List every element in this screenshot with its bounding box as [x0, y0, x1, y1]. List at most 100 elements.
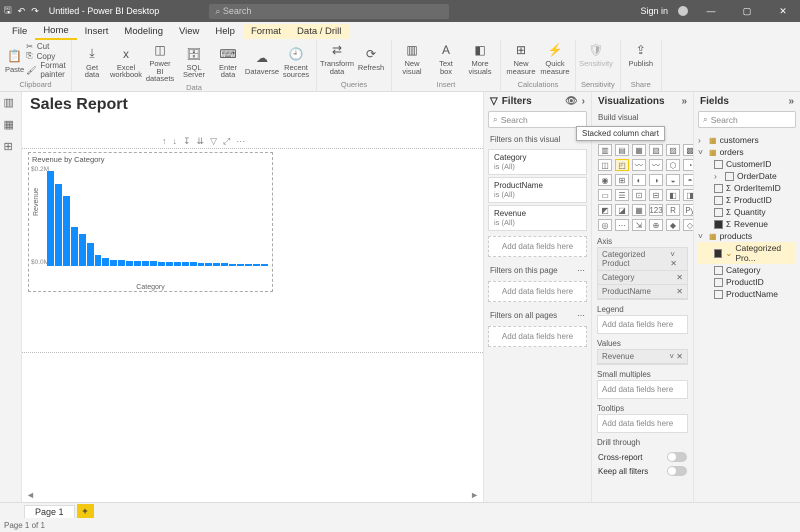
viz-type-icon[interactable]: ⊡ — [632, 189, 646, 201]
menu-help[interactable]: Help — [207, 24, 243, 39]
small-mult-well[interactable]: Add data fields here — [597, 380, 688, 399]
viz-type-icon[interactable]: ◇ — [683, 219, 693, 231]
ribbon-btn[interactable]: ⊞New measure — [506, 42, 536, 75]
viz-type-icon[interactable]: ▧ — [649, 144, 663, 156]
add-page-button[interactable]: + — [77, 504, 94, 518]
field-row[interactable]: ProductName — [698, 288, 796, 300]
bar[interactable] — [198, 263, 205, 266]
page-tab[interactable]: Page 1 — [24, 505, 75, 518]
filter-card[interactable]: Categoryis (All) — [488, 149, 587, 175]
field-row[interactable]: ΣProductID — [698, 194, 796, 206]
viz-type-icon[interactable]: ◩ — [598, 204, 612, 216]
ribbon-btn[interactable]: AText box — [431, 42, 461, 75]
field-row[interactable]: CustomerID — [698, 158, 796, 170]
report-canvas[interactable]: Sales Report ↑ ↓ ↧ ⇊ ▽ ⤢ ⋯ Revenue by Ca… — [22, 92, 483, 502]
filter-card[interactable]: ProductNameis (All) — [488, 177, 587, 203]
viz-type-icon[interactable]: R — [666, 204, 680, 216]
save-icon[interactable]: 🖫 — [4, 3, 12, 19]
tooltips-well[interactable]: Add data fields here — [597, 414, 688, 433]
viz-type-icon[interactable]: ▥ — [598, 144, 612, 156]
menu-file[interactable]: File — [4, 24, 35, 39]
table-row[interactable]: ˅▦products — [698, 230, 796, 242]
viz-type-icon[interactable]: ▦ — [632, 144, 646, 156]
paste-button[interactable]: 📋Paste — [5, 42, 24, 79]
format-painter-button[interactable]: 🖌Format painter — [26, 61, 66, 79]
viz-type-icon[interactable]: ◧ — [666, 189, 680, 201]
bar[interactable] — [174, 262, 181, 266]
show-icon[interactable]: 👁 — [565, 96, 578, 107]
keep-filters-toggle[interactable] — [667, 466, 687, 476]
ribbon-btn[interactable]: ⟳Refresh — [356, 42, 386, 75]
add-all-filter[interactable]: Add data fields here — [488, 326, 587, 347]
bar[interactable] — [182, 262, 189, 266]
collapse-icon[interactable]: » — [681, 96, 687, 107]
ribbon-btn[interactable]: 🗄SQL Server — [179, 42, 209, 83]
viz-type-icon[interactable]: ◎ — [598, 219, 612, 231]
ribbon-btn[interactable]: ◧More visuals — [465, 42, 495, 75]
viz-type-icon[interactable]: 〰 — [632, 159, 646, 171]
model-view-icon[interactable]: ⊞ — [4, 140, 18, 154]
viz-type-icon[interactable]: ⊞ — [615, 174, 629, 186]
bar[interactable] — [261, 264, 268, 266]
scroll-left-icon[interactable]: ◄ — [26, 490, 35, 500]
signin-link[interactable]: Sign in — [640, 6, 668, 16]
bar[interactable] — [253, 264, 260, 266]
field-row[interactable]: ΣOrderItemID — [698, 182, 796, 194]
scroll-right-icon[interactable]: ► — [470, 490, 479, 500]
viz-type-icon[interactable]: ◆ — [666, 219, 680, 231]
copy-button[interactable]: ⎘Copy — [26, 51, 66, 61]
viz-type-icon[interactable]: ◐ — [632, 174, 646, 186]
viz-type-icon[interactable]: ⊕ — [649, 219, 663, 231]
filter-card[interactable]: Revenueis (All) — [488, 205, 587, 231]
viz-type-icon[interactable]: ◓ — [683, 174, 693, 186]
bar[interactable] — [87, 243, 94, 266]
bar[interactable] — [126, 261, 133, 266]
viz-type-icon[interactable]: ☰ — [615, 189, 629, 201]
bar[interactable] — [229, 264, 236, 266]
viz-type-icon[interactable]: ◑ — [649, 174, 663, 186]
ribbon-btn[interactable]: ⚡Quick measure — [540, 42, 570, 75]
publish-button[interactable]: ⇪Publish — [626, 42, 656, 68]
redo-icon[interactable]: ↷ — [31, 6, 39, 17]
viz-type-icon[interactable]: ◉ — [598, 174, 612, 186]
field-row[interactable]: ›OrderDate — [698, 170, 796, 182]
viz-type-icon[interactable]: ⬡ — [666, 159, 680, 171]
field-row[interactable]: Category — [698, 264, 796, 276]
table-row[interactable]: ˅▦orders — [698, 146, 796, 158]
viz-type-icon[interactable]: ▭ — [598, 189, 612, 201]
table-row[interactable]: ›▦customers — [698, 134, 796, 146]
ribbon-btn[interactable]: ⌨Enter data — [213, 42, 243, 83]
viz-type-icon[interactable]: ◫ — [598, 159, 612, 171]
cross-report-toggle[interactable] — [667, 452, 687, 462]
viz-type-icon[interactable]: ⊟ — [649, 189, 663, 201]
menu-home[interactable]: Home — [35, 23, 76, 40]
viz-type-icon[interactable]: ▩ — [683, 144, 693, 156]
chart-visual[interactable]: Revenue by Category $0.2M$0.0M Revenue C… — [28, 152, 273, 292]
ribbon-btn[interactable]: ⇄Transform data — [322, 42, 352, 75]
field-row[interactable]: ΣQuantity — [698, 206, 796, 218]
ribbon-btn[interactable]: ⤓Get data — [77, 42, 107, 83]
filters-search[interactable]: ⌕Search — [488, 111, 587, 128]
field-row[interactable]: ΣRevenue — [698, 218, 796, 230]
bar[interactable] — [102, 258, 109, 266]
axis-well[interactable]: Categorized Product˅ ✕ Category✕ Product… — [597, 247, 688, 300]
bar[interactable] — [166, 262, 173, 266]
bar[interactable] — [118, 260, 125, 266]
bar[interactable] — [245, 264, 252, 266]
bar[interactable] — [47, 171, 54, 266]
legend-well[interactable]: Add data fields here — [597, 315, 688, 334]
viz-type-icon[interactable]: 123 — [649, 204, 663, 216]
viz-type-icon[interactable]: ◨ — [683, 189, 693, 201]
expand-all-icon[interactable]: ⇊ — [197, 136, 205, 147]
minimize-button[interactable]: — — [698, 6, 724, 16]
field-row[interactable]: ProductID — [698, 276, 796, 288]
field-row[interactable]: ⌄Categorized Pro... — [698, 242, 796, 264]
bar[interactable] — [110, 260, 117, 266]
collapse-icon[interactable]: › — [582, 96, 585, 107]
data-view-icon[interactable]: ▦ — [4, 118, 18, 132]
bar[interactable] — [150, 261, 157, 266]
viz-type-icon[interactable]: Py — [683, 204, 693, 216]
viz-type-icon[interactable]: ⇲ — [632, 219, 646, 231]
add-visual-filter[interactable]: Add data fields here — [488, 236, 587, 257]
bar[interactable] — [63, 196, 70, 266]
